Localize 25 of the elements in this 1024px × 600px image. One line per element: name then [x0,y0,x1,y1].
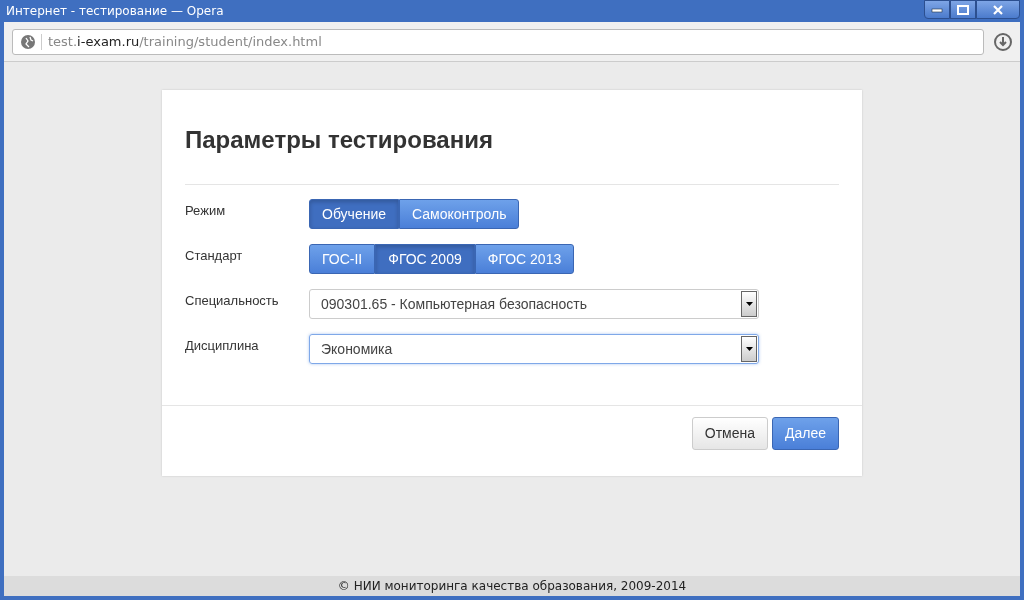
toggle-option[interactable]: ФГОС 2013 [474,244,575,274]
dropdown-field[interactable]: 090301.65 - Компьютерная безопасность [309,289,759,319]
maximize-icon [957,4,969,15]
cancel-button[interactable]: Отмена [691,417,768,450]
toggle-option[interactable]: Самоконтроль [399,199,520,229]
toggle-option[interactable]: ФГОС 2009 [375,244,475,274]
address-field[interactable]: test.i-exam.ru/training/student/index.html [12,28,984,55]
minimize-button[interactable] [924,0,950,19]
field-label: Специальность [185,292,280,310]
maximize-button[interactable] [950,0,976,19]
field-label: Режим [185,202,227,220]
toggle-option[interactable]: Обучение [309,199,400,229]
globe-icon [21,34,35,49]
form-title: Параметры тестирования [185,90,839,185]
download-icon[interactable] [994,32,1012,51]
footer-text: © НИИ мониторинга качества образования, 2009-2014 [4,576,1020,596]
close-icon [992,4,1004,15]
field-label: Стандарт [185,247,244,265]
next-button[interactable]: Далее [772,417,839,450]
toggle-option[interactable]: ГОС-II [309,244,376,274]
window-title: Интернет - тестирование — Opera [6,3,224,20]
minimize-icon [931,5,943,14]
close-button[interactable] [976,0,1020,19]
field-label: Дисциплина [185,337,260,355]
dropdown-field[interactable]: Экономика [309,334,759,364]
